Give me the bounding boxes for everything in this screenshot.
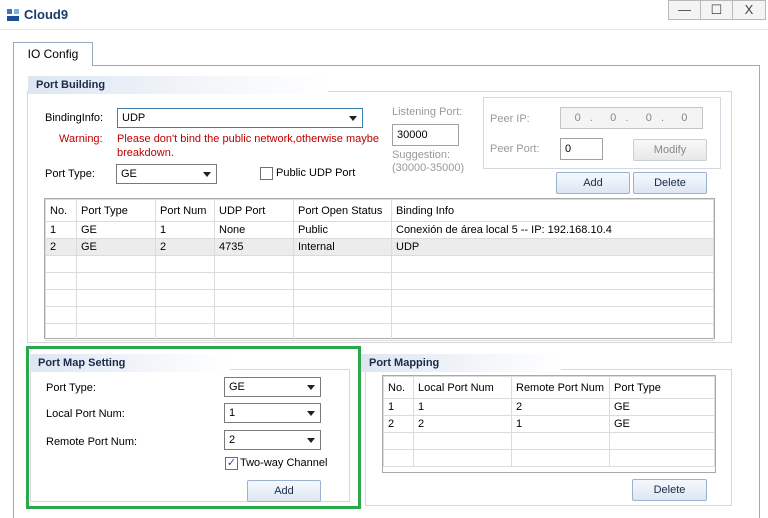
peer-ip-label: Peer IP: bbox=[490, 113, 530, 125]
two-way-label: Two-way Channel bbox=[240, 457, 328, 469]
peer-ip-octet-2: 0 bbox=[610, 112, 618, 124]
public-udp-checkbox[interactable] bbox=[260, 167, 273, 180]
table-cell: 2 bbox=[511, 398, 610, 416]
add-port-button[interactable]: Add bbox=[556, 172, 630, 194]
empty-row bbox=[45, 323, 714, 341]
suggestion-label: Suggestion: bbox=[392, 149, 451, 161]
local-port-value: 1 bbox=[229, 407, 236, 419]
table-cell: 2 bbox=[155, 238, 215, 256]
table-cell: 2 bbox=[413, 415, 512, 433]
column-header[interactable]: No. bbox=[45, 199, 77, 222]
empty-row bbox=[45, 306, 714, 324]
port-building-table: No. Port Type Port Num UDP Port Port Ope… bbox=[45, 199, 714, 341]
chevron-down-icon bbox=[349, 116, 357, 121]
table-cell: 1 bbox=[413, 398, 512, 416]
table-cell: GE bbox=[76, 221, 156, 239]
column-header[interactable]: UDP Port bbox=[214, 199, 294, 222]
modify-button[interactable]: Modify bbox=[633, 139, 707, 161]
maximize-button[interactable]: ☐ bbox=[700, 0, 732, 20]
public-udp-label: Public UDP Port bbox=[276, 167, 356, 179]
local-port-label: Local Port Num: bbox=[46, 408, 125, 420]
chevron-down-icon bbox=[307, 438, 315, 443]
table-row[interactable]: 2 2 1 GE bbox=[383, 415, 715, 433]
binding-info-select[interactable]: UDP bbox=[117, 108, 363, 128]
table-cell: GE bbox=[76, 238, 156, 256]
column-header[interactable]: Remote Port Num bbox=[511, 376, 610, 399]
table-cell: 2 bbox=[383, 415, 414, 433]
table-cell: UDP bbox=[391, 238, 714, 256]
table-row[interactable]: 1 1 2 GE bbox=[383, 398, 715, 416]
column-header[interactable]: No. bbox=[383, 376, 414, 399]
port-type-select[interactable]: GE bbox=[116, 164, 217, 184]
table-cell: 2 bbox=[45, 238, 77, 256]
peer-ip-octet-4: 0 bbox=[681, 112, 689, 124]
table-cell: 4735 bbox=[214, 238, 294, 256]
two-way-checkbox[interactable]: ✓ bbox=[225, 457, 238, 470]
empty-row bbox=[45, 272, 714, 290]
peer-port-label: Peer Port: bbox=[490, 143, 540, 155]
peer-ip-input[interactable]: 0 . 0 . 0 . 0 bbox=[560, 107, 703, 129]
map-port-type-label: Port Type: bbox=[46, 382, 96, 394]
chevron-down-icon bbox=[307, 411, 315, 416]
listening-port-input[interactable]: 30000 bbox=[392, 124, 459, 146]
cloud9-app-icon bbox=[7, 9, 19, 21]
binding-info-label: BindingInfo: bbox=[45, 112, 104, 124]
table-cell: 1 bbox=[155, 221, 215, 239]
empty-row bbox=[45, 255, 714, 273]
port-type-label: Port Type: bbox=[45, 168, 95, 180]
column-header[interactable]: Port Num bbox=[155, 199, 215, 222]
warning-text-line1: Please don't bind the public network,oth… bbox=[117, 133, 379, 145]
port-mapping-table: No. Local Port Num Remote Port Num Port … bbox=[383, 376, 715, 467]
window-title: Cloud9 bbox=[24, 7, 69, 22]
delete-mapping-button[interactable]: Delete bbox=[632, 479, 707, 501]
table-cell: GE bbox=[609, 415, 715, 433]
table-row[interactable]: 1 GE 1 None Public Conexión de área loca… bbox=[45, 221, 714, 239]
empty-row bbox=[45, 289, 714, 307]
column-header[interactable]: Binding Info bbox=[391, 199, 714, 222]
empty-row bbox=[383, 432, 715, 450]
minimize-button[interactable]: — bbox=[668, 0, 700, 20]
chevron-down-icon bbox=[307, 385, 315, 390]
port-type-value: GE bbox=[121, 168, 137, 180]
chevron-down-icon bbox=[203, 172, 211, 177]
empty-row bbox=[383, 449, 715, 467]
delete-port-button[interactable]: Delete bbox=[633, 172, 707, 194]
table-cell: None bbox=[214, 221, 294, 239]
peer-port-input[interactable]: 0 bbox=[560, 138, 603, 160]
local-port-select[interactable]: 1 bbox=[224, 403, 321, 423]
table-cell: 1 bbox=[45, 221, 77, 239]
add-mapping-button[interactable]: Add bbox=[247, 480, 321, 502]
table-cell: 1 bbox=[383, 398, 414, 416]
suggestion-range: (30000-35000) bbox=[392, 162, 465, 174]
table-cell: GE bbox=[609, 398, 715, 416]
tab-io-config[interactable]: IO Config bbox=[13, 42, 93, 66]
title-bar: Cloud9 — ☐ X bbox=[0, 0, 768, 30]
warning-text-line2: breakdown. bbox=[117, 147, 174, 159]
peer-ip-octet-3: 0 bbox=[645, 112, 653, 124]
column-header[interactable]: Port Type bbox=[76, 199, 156, 222]
remote-port-select[interactable]: 2 bbox=[224, 430, 321, 450]
peer-ip-octet-1: 0 bbox=[574, 112, 582, 124]
port-mapping-title: Port Mapping bbox=[361, 354, 561, 372]
table-cell: Internal bbox=[293, 238, 392, 256]
listening-port-label: Listening Port: bbox=[392, 106, 463, 118]
port-map-setting-title: Port Map Setting bbox=[30, 354, 230, 372]
port-building-title: Port Building bbox=[28, 76, 328, 94]
close-button[interactable]: X bbox=[732, 0, 766, 20]
remote-port-value: 2 bbox=[229, 434, 236, 446]
warning-label: Warning: bbox=[59, 133, 103, 145]
column-header[interactable]: Port Type bbox=[609, 376, 715, 399]
table-cell: Conexión de área local 5 -- IP: 192.168.… bbox=[391, 221, 714, 239]
table-cell: 1 bbox=[511, 415, 610, 433]
remote-port-label: Remote Port Num: bbox=[46, 436, 138, 448]
binding-info-value: UDP bbox=[122, 112, 146, 124]
map-port-type-select[interactable]: GE bbox=[224, 377, 321, 397]
column-header[interactable]: Port Open Status bbox=[293, 199, 392, 222]
map-port-type-value: GE bbox=[229, 381, 245, 393]
column-header[interactable]: Local Port Num bbox=[413, 376, 512, 399]
table-cell: Public bbox=[293, 221, 392, 239]
table-row[interactable]: 2 GE 2 4735 Internal UDP bbox=[45, 238, 714, 256]
